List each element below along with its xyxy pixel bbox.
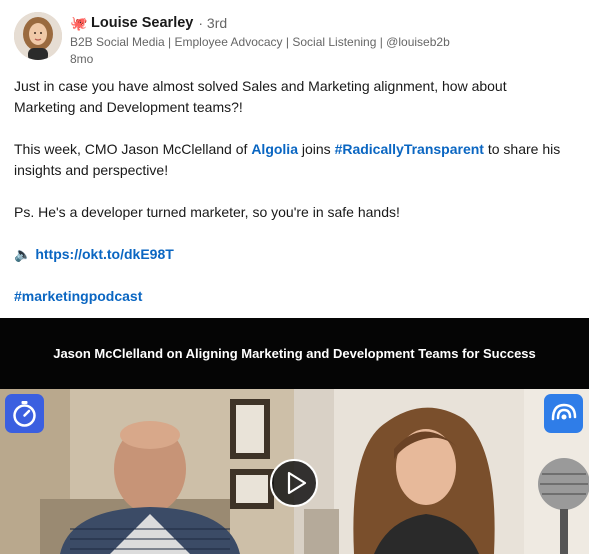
octopus-icon: 🐙: [70, 15, 88, 31]
hashtag-link[interactable]: #marketingpodcast: [14, 288, 142, 304]
post-text-segment: This week, CMO Jason McClelland of: [14, 141, 252, 157]
post-line: This week, CMO Jason McClelland of Algol…: [14, 139, 584, 160]
post-timestamp: 8mo: [70, 52, 94, 66]
post-line: Marketing and Development teams?!: [14, 99, 243, 115]
post-header: 🐙 Louise Searley · 3rd B2B Social Media …: [14, 12, 450, 66]
post-line: insights and perspective!: [14, 162, 169, 178]
post-line: #marketingpodcast: [14, 286, 584, 307]
author-name-row: 🐙 Louise Searley · 3rd: [70, 12, 450, 34]
play-button[interactable]: [270, 459, 318, 507]
post-text: Just in case you have almost solved Sale…: [14, 76, 584, 307]
author-meta: 🐙 Louise Searley · 3rd B2B Social Media …: [70, 12, 450, 66]
avatar[interactable]: [14, 12, 62, 60]
podcast-logo-icon: [544, 394, 583, 433]
video-title: Jason McClelland on Aligning Marketing a…: [53, 346, 536, 361]
video-player[interactable]: Jason McClelland on Aligning Marketing a…: [0, 318, 589, 554]
play-icon: [287, 471, 307, 495]
post-text-segment: to share his: [483, 141, 561, 157]
stopwatch-icon: [5, 394, 44, 433]
post-line: Just in case you have almost solved Sale…: [14, 78, 507, 94]
hashtag-link[interactable]: #RadicallyTransparent: [335, 141, 484, 157]
speaker-icon: 🔈: [14, 246, 32, 262]
post-line: Ps. He's a developer turned marketer, so…: [14, 204, 400, 220]
video-title-bar: Jason McClelland on Aligning Marketing a…: [0, 318, 589, 389]
post-text-segment: joins: [297, 141, 335, 157]
video-frame-left: [0, 389, 294, 554]
author-headline: B2B Social Media | Employee Advocacy | S…: [70, 35, 450, 49]
connection-degree: · 3rd: [198, 15, 228, 31]
post-line: 🔈 https://okt.to/dkE98T: [14, 244, 584, 265]
url-link[interactable]: https://okt.to/dkE98T: [35, 246, 173, 262]
author-name[interactable]: Louise Searley: [91, 15, 193, 31]
company-mention-link[interactable]: Algolia: [251, 141, 298, 157]
